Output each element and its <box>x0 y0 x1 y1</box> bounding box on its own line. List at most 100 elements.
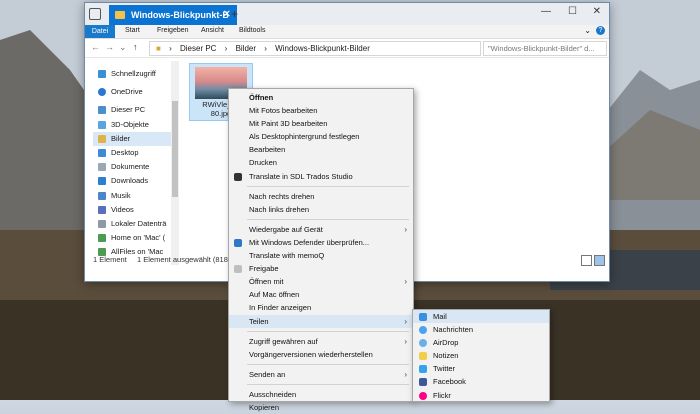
window-tab[interactable]: Windows-Blickpunkt-B ✕ <box>109 5 237 25</box>
nav-item-lokaler-datentraeger[interactable]: Lokaler Datenträ <box>93 217 171 231</box>
desktop-icon <box>98 148 106 157</box>
breadcrumb-dieser-pc[interactable]: Dieser PC <box>180 44 216 53</box>
share-item-label: Flickr <box>433 390 451 400</box>
share-item-notizen[interactable]: Notizen <box>413 349 549 362</box>
menu-item-label: Mit Windows Defender überprüfen... <box>249 237 370 247</box>
nav-item-downloads[interactable]: Downloads <box>93 174 171 188</box>
menu-item-defender[interactable]: Mit Windows Defender überprüfen... <box>229 236 413 249</box>
menu-item-rechts-drehen[interactable]: Nach rechts drehen <box>229 190 413 203</box>
help-icon[interactable]: ? <box>596 26 605 35</box>
share-icon <box>234 265 242 274</box>
menu-item-senden-an[interactable]: Senden an › <box>229 368 413 381</box>
folder-icon <box>115 11 125 19</box>
nav-item-dieser-pc[interactable]: Dieser PC <box>93 103 171 117</box>
search-input[interactable]: "Windows-Blickpunkt-Bilder" d... <box>483 41 607 56</box>
menu-separator <box>247 363 409 365</box>
breadcrumb-blickpunkt[interactable]: Windows-Blickpunkt-Bilder <box>275 44 370 53</box>
tab-title: Windows-Blickpunkt-B <box>131 10 229 20</box>
share-item-facebook[interactable]: Facebook <box>413 375 549 388</box>
recent-locations-icon[interactable]: ⌄ <box>119 42 127 53</box>
nav-item-3d-objekte[interactable]: 3D-Objekte <box>93 118 171 132</box>
tab-close-icon[interactable]: ✕ <box>223 9 231 20</box>
menu-item-oeffnen[interactable]: Öffnen <box>229 91 413 104</box>
share-item-label: Mail <box>433 312 447 321</box>
details-view-icon[interactable] <box>581 255 592 266</box>
nav-item-desktop[interactable]: Desktop <box>93 146 171 160</box>
menu-item-drucken[interactable]: Drucken <box>229 156 413 169</box>
tab-datei[interactable]: Datei <box>85 25 115 38</box>
menu-item-wiedergabe[interactable]: Wiedergabe auf Gerät › <box>229 223 413 236</box>
nav-item-label: 3D-Objekte <box>111 119 149 129</box>
tab-bildtools[interactable]: Bildtools <box>239 27 265 34</box>
menu-item-paint3d[interactable]: Mit Paint 3D bearbeiten <box>229 117 413 130</box>
tab-freigeben[interactable]: Freigeben <box>157 27 189 34</box>
menu-item-freigabe[interactable]: Freigabe <box>229 262 413 275</box>
menu-item-trados[interactable]: Translate in SDL Trados Studio <box>229 170 413 183</box>
share-submenu: Mail Nachrichten AirDrop Notizen Twitter… <box>412 309 550 402</box>
menu-item-label: Teilen <box>249 316 269 326</box>
menu-item-oeffnen-mit[interactable]: Öffnen mit › <box>229 275 413 288</box>
twitter-icon <box>419 365 427 374</box>
nav-item-videos[interactable]: Videos <box>93 203 171 217</box>
large-icons-view-icon[interactable] <box>594 255 605 266</box>
menu-item-kopieren[interactable]: Kopieren <box>229 401 413 414</box>
nav-item-label: Dokumente <box>111 162 150 172</box>
share-item-nachrichten[interactable]: Nachrichten <box>413 323 549 336</box>
ribbon-expand-icon[interactable]: ⌄ <box>584 26 591 35</box>
menu-item-zugriff[interactable]: Zugriff gewähren auf › <box>229 335 413 348</box>
share-item-label: Twitter <box>433 364 456 374</box>
breadcrumb-bilder[interactable]: Bilder <box>236 44 256 53</box>
menu-item-teilen[interactable]: Teilen › <box>229 314 413 328</box>
view-buttons <box>579 255 605 271</box>
menu-item-links-drehen[interactable]: Nach links drehen <box>229 203 413 216</box>
nav-item-label: OneDrive <box>111 87 143 97</box>
nav-item-dokumente[interactable]: Dokumente <box>93 160 171 174</box>
tab-start[interactable]: Start <box>125 27 140 34</box>
share-item-mail[interactable]: Mail <box>413 310 549 324</box>
nav-item-label: Dieser PC <box>111 105 146 115</box>
nav-item-musik[interactable]: Musik <box>93 189 171 203</box>
pictures-folder-icon: ■ <box>156 44 161 53</box>
address-row: ← → ⌄ ↑ ■ › Dieser PC › Bilder › Windows… <box>85 39 609 58</box>
menu-item-in-finder[interactable]: In Finder anzeigen <box>229 301 413 314</box>
minimize-button[interactable]: — <box>541 6 551 17</box>
menu-item-fotos[interactable]: Mit Fotos bearbeiten <box>229 104 413 117</box>
forward-icon[interactable]: → <box>105 42 114 52</box>
nav-item-label: Lokaler Datenträ <box>111 218 167 228</box>
maximize-button[interactable]: ☐ <box>568 6 577 17</box>
music-icon <box>98 191 106 200</box>
menu-item-memoq[interactable]: Translate with memoQ <box>229 249 413 262</box>
nav-item-bilder[interactable]: Bilder <box>93 131 171 146</box>
item-count: 1 Element <box>93 255 127 264</box>
new-tab-button[interactable]: + <box>231 7 238 21</box>
menu-item-desktophintergrund[interactable]: Als Desktophintergrund festlegen <box>229 130 413 143</box>
nav-item-onedrive[interactable]: OneDrive <box>93 85 171 99</box>
submenu-arrow-icon: › <box>404 224 407 234</box>
ribbon-tabs: Datei Start Freigeben Ansicht Bildtools … <box>85 25 609 39</box>
close-button[interactable]: ✕ <box>593 6 601 17</box>
address-bar[interactable]: ■ › Dieser PC › Bilder › Windows-Blickpu… <box>149 41 481 56</box>
drive-icon <box>98 219 106 228</box>
menu-item-label: Senden an <box>249 369 286 379</box>
menu-item-vorgaengerversionen[interactable]: Vorgängerversionen wiederherstellen <box>229 348 413 361</box>
selection-info: 1 Element ausgewählt (818 K <box>137 255 235 264</box>
share-item-twitter[interactable]: Twitter <box>413 362 549 375</box>
menu-item-ausschneiden[interactable]: Ausschneiden <box>229 388 413 401</box>
share-item-label: Nachrichten <box>433 325 474 335</box>
back-icon[interactable]: ← <box>91 42 100 52</box>
search-placeholder: "Windows-Blickpunkt-Bilder" d... <box>488 44 595 53</box>
scrollbar-thumb[interactable] <box>172 101 178 197</box>
up-icon[interactable]: ↑ <box>133 42 138 52</box>
nav-item-home-mac[interactable]: Home on 'Mac' ( <box>93 231 171 245</box>
menu-item-auf-mac-oeffnen[interactable]: Auf Mac öffnen <box>229 288 413 301</box>
context-menu: Öffnen Mit Fotos bearbeiten Mit Paint 3D… <box>228 88 414 412</box>
nav-item-label: Desktop <box>111 147 139 157</box>
share-item-airdrop[interactable]: AirDrop <box>413 336 549 349</box>
breadcrumb-separator-icon: › <box>224 44 228 53</box>
menu-item-bearbeiten[interactable]: Bearbeiten <box>229 143 413 156</box>
tab-ansicht[interactable]: Ansicht <box>201 27 224 34</box>
window-icon[interactable] <box>89 8 101 20</box>
pictures-icon <box>98 134 106 143</box>
nav-scrollbar[interactable] <box>171 61 179 265</box>
nav-item-schnellzugriff[interactable]: Schnellzugriff <box>93 67 171 81</box>
